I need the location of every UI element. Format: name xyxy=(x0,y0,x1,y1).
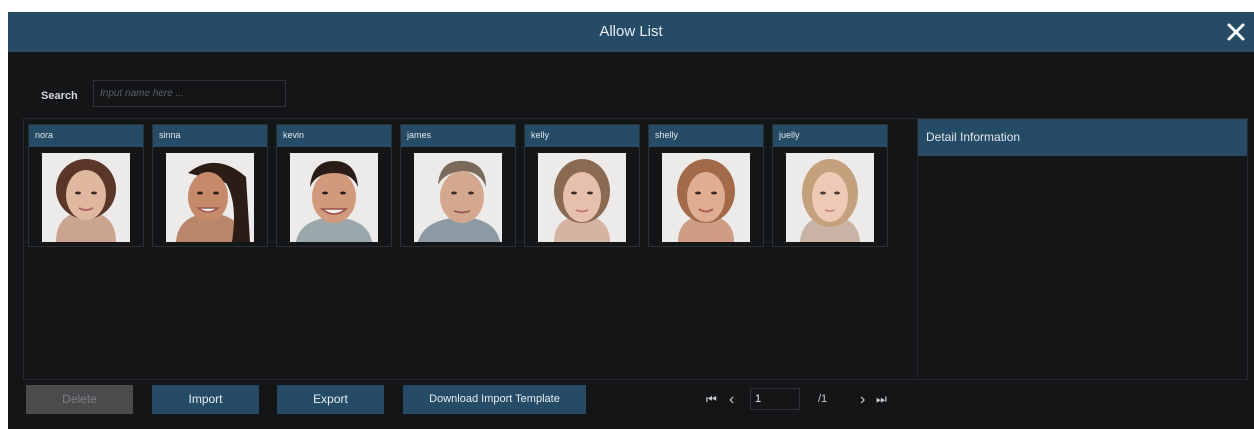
download-import-template-button[interactable]: Download Import Template xyxy=(403,385,586,414)
person-name: james xyxy=(401,125,515,147)
face-photo xyxy=(538,153,626,242)
dialog-title: Allow List xyxy=(599,23,663,40)
face-photo xyxy=(290,153,378,242)
close-icon[interactable] xyxy=(1222,18,1250,46)
page-total: /1 xyxy=(818,393,828,405)
detail-panel: Detail Information xyxy=(917,118,1248,380)
next-page-icon[interactable]: › xyxy=(860,385,865,414)
face-photo xyxy=(166,153,254,242)
person-name: kelly xyxy=(525,125,639,147)
person-name: kevin xyxy=(277,125,391,147)
face-photo xyxy=(414,153,502,242)
person-card[interactable]: nora xyxy=(28,124,144,247)
person-card[interactable]: kevin xyxy=(276,124,392,247)
person-card[interactable]: juelly xyxy=(772,124,888,247)
person-card[interactable]: sinna xyxy=(152,124,268,247)
search-label: Search xyxy=(41,90,78,102)
export-button[interactable]: Export xyxy=(277,385,384,414)
allow-list-dialog: Allow List Search nora sinna xyxy=(8,12,1254,429)
detail-header: Detail Information xyxy=(918,119,1247,156)
person-card[interactable]: shelly xyxy=(648,124,764,247)
title-bar: Allow List xyxy=(8,12,1254,52)
person-name: shelly xyxy=(649,125,763,147)
last-page-icon[interactable]: ⏭ xyxy=(876,385,887,414)
person-card[interactable]: james xyxy=(400,124,516,247)
face-photo xyxy=(786,153,874,242)
person-card[interactable]: kelly xyxy=(524,124,640,247)
delete-button[interactable]: Delete xyxy=(26,385,133,414)
search-input[interactable] xyxy=(93,80,286,107)
person-name: nora xyxy=(29,125,143,147)
first-page-icon[interactable]: ⏮ xyxy=(706,385,717,414)
person-name: juelly xyxy=(773,125,887,147)
page-number-input[interactable] xyxy=(750,388,800,410)
person-name: sinna xyxy=(153,125,267,147)
face-photo xyxy=(662,153,750,242)
prev-page-icon[interactable]: ‹ xyxy=(729,385,734,414)
face-photo xyxy=(42,153,130,242)
import-button[interactable]: Import xyxy=(152,385,259,414)
